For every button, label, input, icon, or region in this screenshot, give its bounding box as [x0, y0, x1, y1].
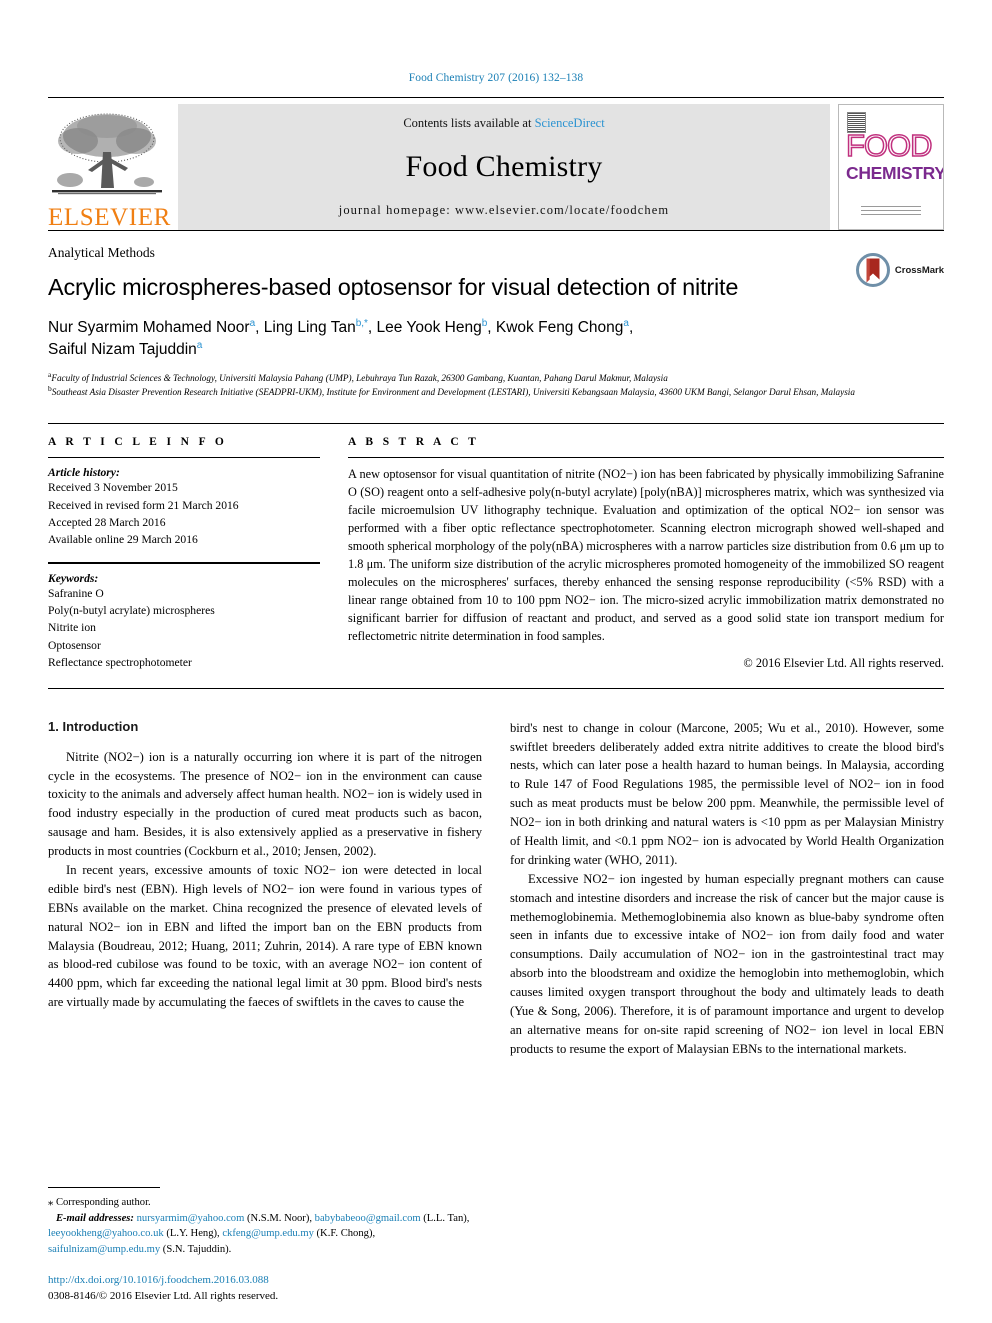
- abstract-column: A B S T R A C T A new optosensor for vis…: [348, 436, 944, 672]
- email-link[interactable]: babybabeoo@gmail.com: [315, 1213, 421, 1224]
- body-column-right: bird's nest to change in colour (Marcone…: [510, 719, 944, 1059]
- journal-band: Contents lists available at ScienceDirec…: [178, 104, 830, 230]
- abstract-heading: A B S T R A C T: [348, 436, 480, 449]
- author-name: Saiful Nizam Tajuddin: [48, 341, 197, 359]
- doi-link[interactable]: http://dx.doi.org/10.1016/j.foodchem.201…: [48, 1273, 488, 1289]
- email-link[interactable]: saifulnizam@ump.edu.my: [48, 1244, 160, 1255]
- journal-title: Food Chemistry: [405, 150, 603, 183]
- article-history-title: Article history:: [48, 466, 120, 480]
- email-link[interactable]: ckfeng@ump.edu.my: [222, 1228, 314, 1239]
- history-received: Received 3 November 2015: [48, 481, 178, 495]
- elsevier-wordmark: ELSEVIER: [48, 204, 171, 231]
- info-abstract-row: A R T I C L E I N F O Article history: R…: [48, 424, 944, 672]
- keywords-rule: [48, 561, 320, 564]
- issn-copyright-line: 0308-8146/© 2016 Elsevier Ltd. All right…: [48, 1290, 279, 1303]
- article-info-heading: A R T I C L E I N F O: [48, 436, 228, 449]
- body-column-left: 1. Introduction Nitrite (NO2−) ion is a …: [48, 719, 482, 1059]
- history-revised: Received in revised form 21 March 2016: [48, 498, 239, 512]
- email-owner: (K.F. Chong): [316, 1228, 373, 1240]
- article-title: Acrylic microspheres-based optosensor fo…: [48, 274, 739, 300]
- affiliation-list: aFaculty of Industrial Sciences & Techno…: [48, 371, 944, 399]
- author-affil-mark[interactable]: a: [197, 340, 203, 351]
- body-columns: 1. Introduction Nitrite (NO2−) ion is a …: [48, 719, 944, 1059]
- author-affil-mark[interactable]: a: [250, 318, 256, 329]
- paragraph: Excessive NO2− ion ingested by human esp…: [510, 871, 944, 1056]
- article-first-page: Food Chemistry 207 (2016) 132–138 ELSEVI…: [0, 0, 992, 1323]
- author-name: Nur Syarmim Mohamed Noor: [48, 319, 250, 337]
- keyword-item: Safranine O: [48, 586, 104, 600]
- introduction-heading: 1. Introduction: [48, 718, 139, 734]
- author-name: Ling Ling Tan: [263, 319, 356, 337]
- affiliation-item: bSoutheast Asia Disaster Prevention Rese…: [48, 384, 944, 399]
- author-name: Lee Yook Heng: [376, 319, 482, 337]
- abstract-bottom-rule: [48, 687, 944, 689]
- sciencedirect-link[interactable]: ScienceDirect: [535, 116, 605, 130]
- author-affil-mark[interactable]: a: [623, 318, 629, 329]
- author-affil-mark[interactable]: b: [482, 318, 488, 329]
- cover-title-food: FOOD: [845, 128, 933, 163]
- author-name: Kwok Feng Chong: [495, 319, 624, 337]
- abstract-copyright: © 2016 Elsevier Ltd. All rights reserved…: [743, 655, 944, 670]
- article-section-kicker: Analytical Methods: [48, 245, 155, 260]
- email-link[interactable]: nursyarmim@yahoo.com: [137, 1213, 245, 1224]
- keyword-item: Nitrite ion: [48, 621, 96, 635]
- email-owner: (L.L. Tan): [423, 1212, 467, 1224]
- email-label: E-mail addresses:: [55, 1212, 134, 1224]
- crossmark-icon: [855, 253, 890, 287]
- crossmark-badge[interactable]: CrossMark: [855, 253, 944, 287]
- journal-homepage[interactable]: journal homepage: www.elsevier.com/locat…: [339, 203, 669, 218]
- corresponding-author-note: ⁎ Corresponding author.: [48, 1197, 151, 1209]
- keyword-item: Poly(n-butyl acrylate) microspheres: [48, 604, 215, 618]
- author-affil-mark[interactable]: b,*: [356, 318, 368, 329]
- keyword-item: Optosensor: [48, 638, 101, 652]
- cover-title-chemistry: CHEMISTRY: [846, 163, 944, 183]
- email-addresses-line: E-mail addresses: nursyarmim@yahoo.com (…: [48, 1212, 470, 1255]
- contents-lists-line: Contents lists available at ScienceDirec…: [403, 116, 604, 131]
- email-owner: (S.N. Tajuddin): [162, 1243, 229, 1255]
- keywords-title: Keywords:: [48, 571, 99, 585]
- running-head: Food Chemistry 207 (2016) 132–138: [408, 72, 584, 84]
- email-owner: (L.Y. Heng): [166, 1228, 218, 1240]
- history-accepted: Accepted 28 March 2016: [48, 515, 166, 529]
- journal-masthead: ELSEVIER Contents lists available at Sci…: [48, 97, 944, 230]
- affiliation-text: Southeast Asia Disaster Prevention Resea…: [51, 386, 855, 397]
- elsevier-logo: ELSEVIER: [48, 104, 170, 230]
- affiliation-text: Faculty of Industrial Sciences & Technol…: [51, 373, 668, 384]
- paragraph: Nitrite (NO2−) ion is a naturally occurr…: [48, 749, 482, 859]
- cover-footer-lines: [861, 206, 921, 217]
- footnote-rule: [48, 1187, 160, 1189]
- contents-prefix: Contents lists available at: [403, 116, 535, 130]
- abstract-text: A new optosensor for visual quantitation…: [348, 467, 944, 643]
- history-online: Available online 29 March 2016: [48, 533, 198, 547]
- author-list: Nur Syarmim Mohamed Noora, Ling Ling Tan…: [48, 318, 634, 359]
- article-info-column: A R T I C L E I N F O Article history: R…: [48, 436, 320, 672]
- affiliation-item: aFaculty of Industrial Sciences & Techno…: [48, 371, 944, 385]
- paragraph: In recent years, excessive amounts of to…: [48, 863, 482, 1010]
- email-link[interactable]: leeyookheng@yahoo.co.uk: [48, 1228, 164, 1239]
- email-owner: (N.S.M. Noor): [246, 1212, 310, 1224]
- doi-block: http://dx.doi.org/10.1016/j.foodchem.201…: [48, 1273, 488, 1305]
- title-block: CrossMark Analytical Methods Acrylic mic…: [48, 231, 944, 399]
- crossmark-label: CrossMark: [894, 264, 944, 276]
- elsevier-tree-icon: [52, 113, 162, 195]
- keyword-item: Reflectance spectrophotometer: [48, 656, 192, 670]
- abstract-rule: [348, 457, 944, 459]
- footnote-block: ⁎ Corresponding author. E-mail addresses…: [48, 1187, 480, 1257]
- paragraph: bird's nest to change in colour (Marcone…: [510, 720, 944, 867]
- journal-cover-thumbnail: FOOD CHEMISTRY: [838, 104, 944, 230]
- article-info-rule: [48, 457, 320, 459]
